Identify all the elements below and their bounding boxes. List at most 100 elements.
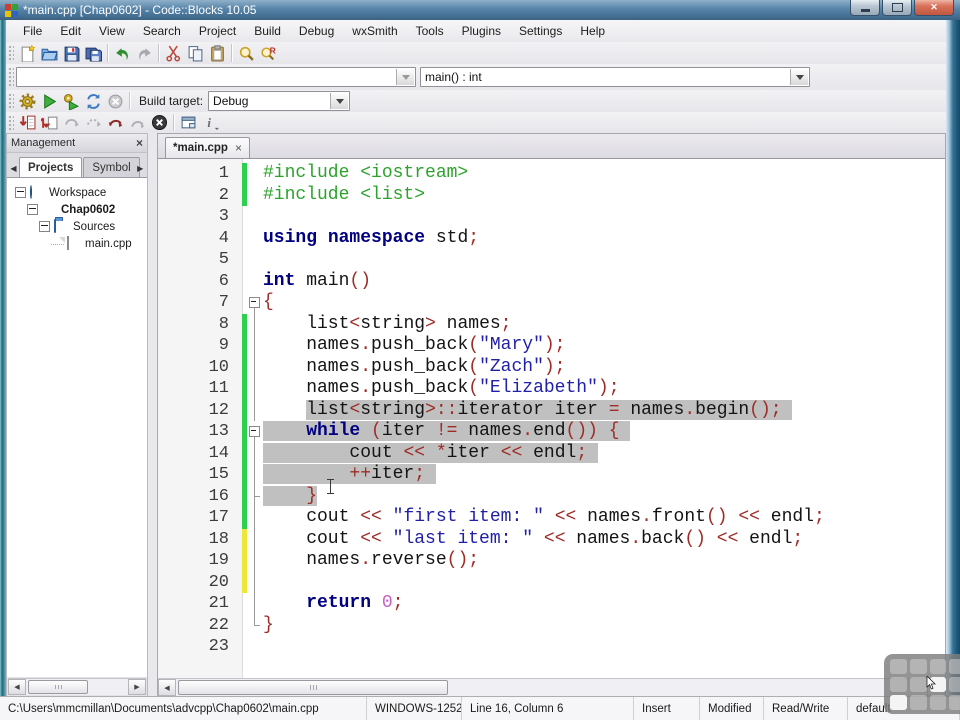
menu-item-help[interactable]: Help — [571, 22, 614, 40]
toolbar-grip[interactable] — [7, 92, 14, 110]
rebuild-icon[interactable] — [82, 91, 104, 111]
various-info-icon[interactable]: i — [199, 113, 221, 133]
code-line[interactable]: 4 using namespace std; — [158, 228, 945, 250]
stop-debugger-icon[interactable] — [148, 113, 170, 133]
code-line[interactable]: 18 cout << "last item: " << names.back()… — [158, 528, 945, 550]
replace-icon[interactable]: R — [257, 43, 279, 63]
collapse-icon[interactable] — [39, 221, 50, 232]
tab-symbols[interactable]: Symbol — [83, 157, 140, 177]
new-file-icon[interactable] — [16, 43, 38, 63]
menu-item-file[interactable]: File — [14, 22, 51, 40]
copy-icon[interactable] — [184, 43, 206, 63]
save-all-icon[interactable] — [82, 43, 104, 63]
menu-item-settings[interactable]: Settings — [510, 22, 571, 40]
code-line[interactable]: 1 #include <iostream> — [158, 163, 945, 185]
scope-combobox[interactable] — [16, 67, 416, 87]
code-line[interactable]: 17 cout << "first item: " << names.front… — [158, 507, 945, 529]
menu-item-view[interactable]: View — [90, 22, 134, 40]
build-icon[interactable] — [16, 91, 38, 111]
run-to-cursor-icon[interactable] — [38, 113, 60, 133]
paste-icon[interactable] — [206, 43, 228, 63]
menu-item-plugins[interactable]: Plugins — [453, 22, 510, 40]
save-icon[interactable] — [60, 43, 82, 63]
menu-item-search[interactable]: Search — [134, 22, 190, 40]
debugging-windows-icon[interactable] — [177, 113, 199, 133]
tree-item-main-cpp[interactable]: main.cpp — [7, 235, 147, 252]
fold-collapse-icon[interactable] — [247, 421, 263, 443]
toolbar-grip[interactable] — [7, 114, 14, 131]
tree-hscrollbar[interactable]: ◀ ▶ — [8, 678, 146, 695]
code-line[interactable]: 23 — [158, 636, 945, 658]
step-out-icon[interactable] — [126, 113, 148, 133]
tab-projects[interactable]: Projects — [19, 157, 83, 177]
next-line-icon[interactable] — [60, 113, 82, 133]
code-line[interactable]: 21 return 0; — [158, 593, 945, 615]
tree-item-sources[interactable]: Sources — [7, 218, 147, 235]
code-line[interactable]: 7{ — [158, 292, 945, 314]
next-instruction-icon[interactable] — [82, 113, 104, 133]
symbol-combobox[interactable]: main() : int — [420, 67, 810, 87]
panel-splitter[interactable] — [148, 133, 157, 697]
minimize-button[interactable] — [850, 0, 880, 16]
close-panel-icon[interactable]: × — [136, 137, 143, 149]
maximize-button[interactable] — [882, 0, 912, 16]
code-line[interactable]: 13 while (iter != names.end()) { — [158, 421, 945, 443]
collapse-icon[interactable] — [15, 187, 26, 198]
collapse-icon[interactable] — [27, 204, 38, 215]
management-header[interactable]: Management × — [7, 134, 147, 153]
scroll-right-icon[interactable]: ▶ — [128, 679, 146, 695]
code-line[interactable]: 12 list<string>::iterator iter = names.b… — [158, 399, 945, 421]
code-line[interactable]: 5 — [158, 249, 945, 271]
code-line[interactable]: 2 #include <list> — [158, 184, 945, 206]
tab-scroll-left-icon[interactable]: ◀ — [8, 159, 19, 177]
cut-icon[interactable] — [162, 43, 184, 63]
toolbar-grip[interactable] — [7, 66, 14, 88]
debug-continue-icon[interactable] — [16, 113, 38, 133]
fold-margin — [247, 442, 263, 465]
tree-item-workspace[interactable]: Workspace — [7, 184, 147, 201]
title-bar[interactable]: *main.cpp [Chap0602] - Code::Blocks 10.0… — [0, 0, 960, 20]
close-button[interactable]: ✕ — [914, 0, 954, 16]
scroll-left-icon[interactable]: ◀ — [158, 679, 176, 696]
chevron-down-icon[interactable] — [330, 93, 349, 109]
fold-margin — [247, 356, 263, 379]
menu-item-wxsmith[interactable]: wxSmith — [343, 22, 406, 40]
editor-hscrollbar[interactable]: ◀ ▶ — [158, 678, 945, 696]
code-line[interactable]: 19 names.reverse(); — [158, 550, 945, 572]
code-line[interactable]: 20 — [158, 571, 945, 593]
menu-item-edit[interactable]: Edit — [51, 22, 90, 40]
menu-item-debug[interactable]: Debug — [290, 22, 343, 40]
open-file-icon[interactable] — [38, 43, 60, 63]
code-line[interactable]: 3 — [158, 206, 945, 228]
tab-main-cpp[interactable]: *main.cpp × — [165, 137, 250, 158]
code-line[interactable]: 9 names.push_back("Mary"); — [158, 335, 945, 357]
code-line[interactable]: 6 int main() — [158, 271, 945, 293]
fold-collapse-icon[interactable] — [247, 292, 263, 314]
menu-item-tools[interactable]: Tools — [407, 22, 453, 40]
code-line[interactable]: 14 cout << *iter << endl; — [158, 442, 945, 465]
code-line[interactable]: 11 names.push_back("Elizabeth"); — [158, 378, 945, 400]
toolbar-grip[interactable] — [7, 44, 14, 62]
chevron-down-icon[interactable] — [790, 69, 808, 85]
abort-icon[interactable] — [104, 91, 126, 111]
code-line[interactable]: 22} — [158, 614, 945, 637]
build-target-combobox[interactable]: Debug — [208, 91, 351, 111]
code-line[interactable]: 15 ++iter; — [158, 464, 945, 486]
code-area[interactable]: 1 #include <iostream> 2 #include <list> 3 4 us… — [158, 159, 945, 678]
scroll-left-icon[interactable]: ◀ — [8, 679, 26, 695]
code-line[interactable]: 16 } — [158, 485, 945, 507]
chevron-down-icon[interactable] — [396, 69, 414, 85]
tab-scroll-right-icon[interactable]: ▶ — [135, 159, 146, 177]
redo-icon[interactable] — [133, 43, 155, 63]
code-line[interactable]: 10 names.push_back("Zach"); — [158, 356, 945, 379]
menu-item-build[interactable]: Build — [245, 22, 290, 40]
close-tab-icon[interactable]: × — [235, 141, 242, 155]
step-into-icon[interactable] — [104, 113, 126, 133]
menu-item-project[interactable]: Project — [190, 22, 245, 40]
tree-item-chap0602[interactable]: Chap0602 — [7, 201, 147, 218]
build-and-run-icon[interactable] — [60, 91, 82, 111]
run-icon[interactable] — [38, 91, 60, 111]
undo-icon[interactable] — [111, 43, 133, 63]
find-icon[interactable] — [235, 43, 257, 63]
code-line[interactable]: 8 list<string> names; — [158, 313, 945, 335]
